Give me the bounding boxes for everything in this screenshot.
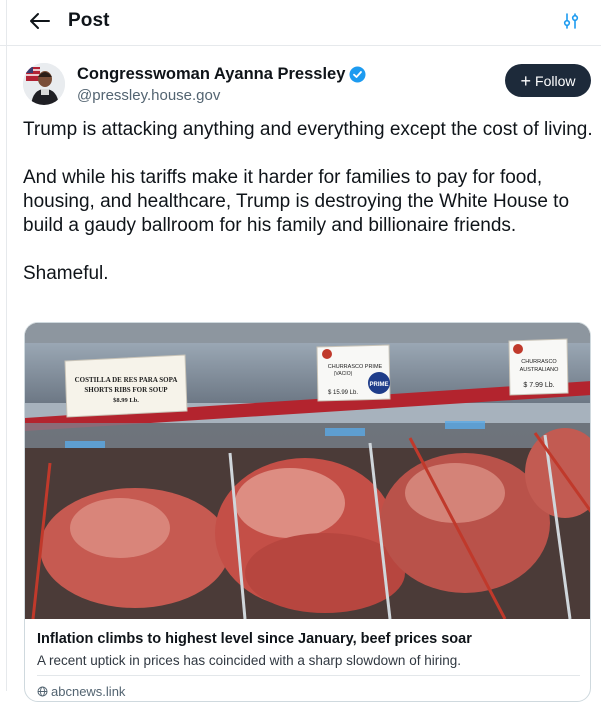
follow-label: Follow [535, 72, 576, 89]
back-button[interactable] [26, 10, 54, 36]
link-card-description: A recent uptick in prices has coincided … [37, 653, 461, 668]
price-sign-text: CHURRASCO [521, 359, 557, 365]
link-preview-image: COSTILLA DE RES PARA SOPA SHORTS RIBS FO… [25, 323, 590, 619]
price-sign: CHURRASCO AUSTRALIANO $ 7.99 Lb. [508, 338, 569, 396]
sliders-icon [562, 12, 580, 35]
author-avatar[interactable] [23, 63, 65, 105]
page-title: Post [68, 10, 110, 31]
prime-badge-text: PRIME [369, 382, 388, 388]
price-sign-text: AUSTRALIANO [520, 367, 560, 373]
post-paragraph: Shameful. [23, 263, 109, 284]
follow-button[interactable]: + Follow [505, 64, 591, 97]
top-bar: Post [0, 0, 601, 46]
price-sign-text: CHURRASCO PRIME [328, 364, 383, 370]
price-sign-text: (VACIO) [334, 371, 353, 377]
link-card-title[interactable]: Inflation climbs to highest level since … [37, 631, 472, 647]
verified-badge-icon [349, 66, 366, 83]
post-text: Trump is attacking anything and everythi… [23, 118, 593, 310]
price-sign-text: $8.99 Lb. [113, 397, 139, 404]
price-sign-text: $ 7.99 Lb. [523, 382, 554, 389]
post-paragraph: And while his tariffs make it harder for… [23, 167, 570, 236]
link-card-domain-row[interactable]: abcnews.link [37, 684, 125, 699]
arrow-left-icon [29, 12, 51, 35]
price-sign-text: $ 15.99 Lb. [328, 390, 358, 396]
globe-icon [37, 686, 48, 697]
price-sign-text: SHORTS RIBS FOR SOUP [84, 386, 168, 394]
plus-icon: + [520, 70, 532, 91]
price-sign-text: COSTILLA DE RES PARA SOPA [75, 376, 178, 384]
link-card-domain: abcnews.link [51, 684, 126, 699]
author-handle[interactable]: @pressley.house.gov [77, 87, 220, 104]
author-name[interactable]: Congresswoman Ayanna Pressley [77, 65, 345, 84]
link-card-divider [37, 675, 580, 676]
post-paragraph: Trump is attacking anything and everythi… [23, 119, 593, 140]
author-name-row[interactable]: Congresswoman Ayanna Pressley [77, 65, 366, 84]
price-sign: COSTILLA DE RES PARA SOPA SHORTS RIBS FO… [64, 354, 188, 418]
feed-settings-button[interactable] [558, 10, 584, 36]
link-preview-card[interactable]: COSTILLA DE RES PARA SOPA SHORTS RIBS FO… [24, 322, 591, 702]
price-sign: CHURRASCO PRIME (VACIO) $ 15.99 Lb. PRIM… [316, 344, 391, 402]
